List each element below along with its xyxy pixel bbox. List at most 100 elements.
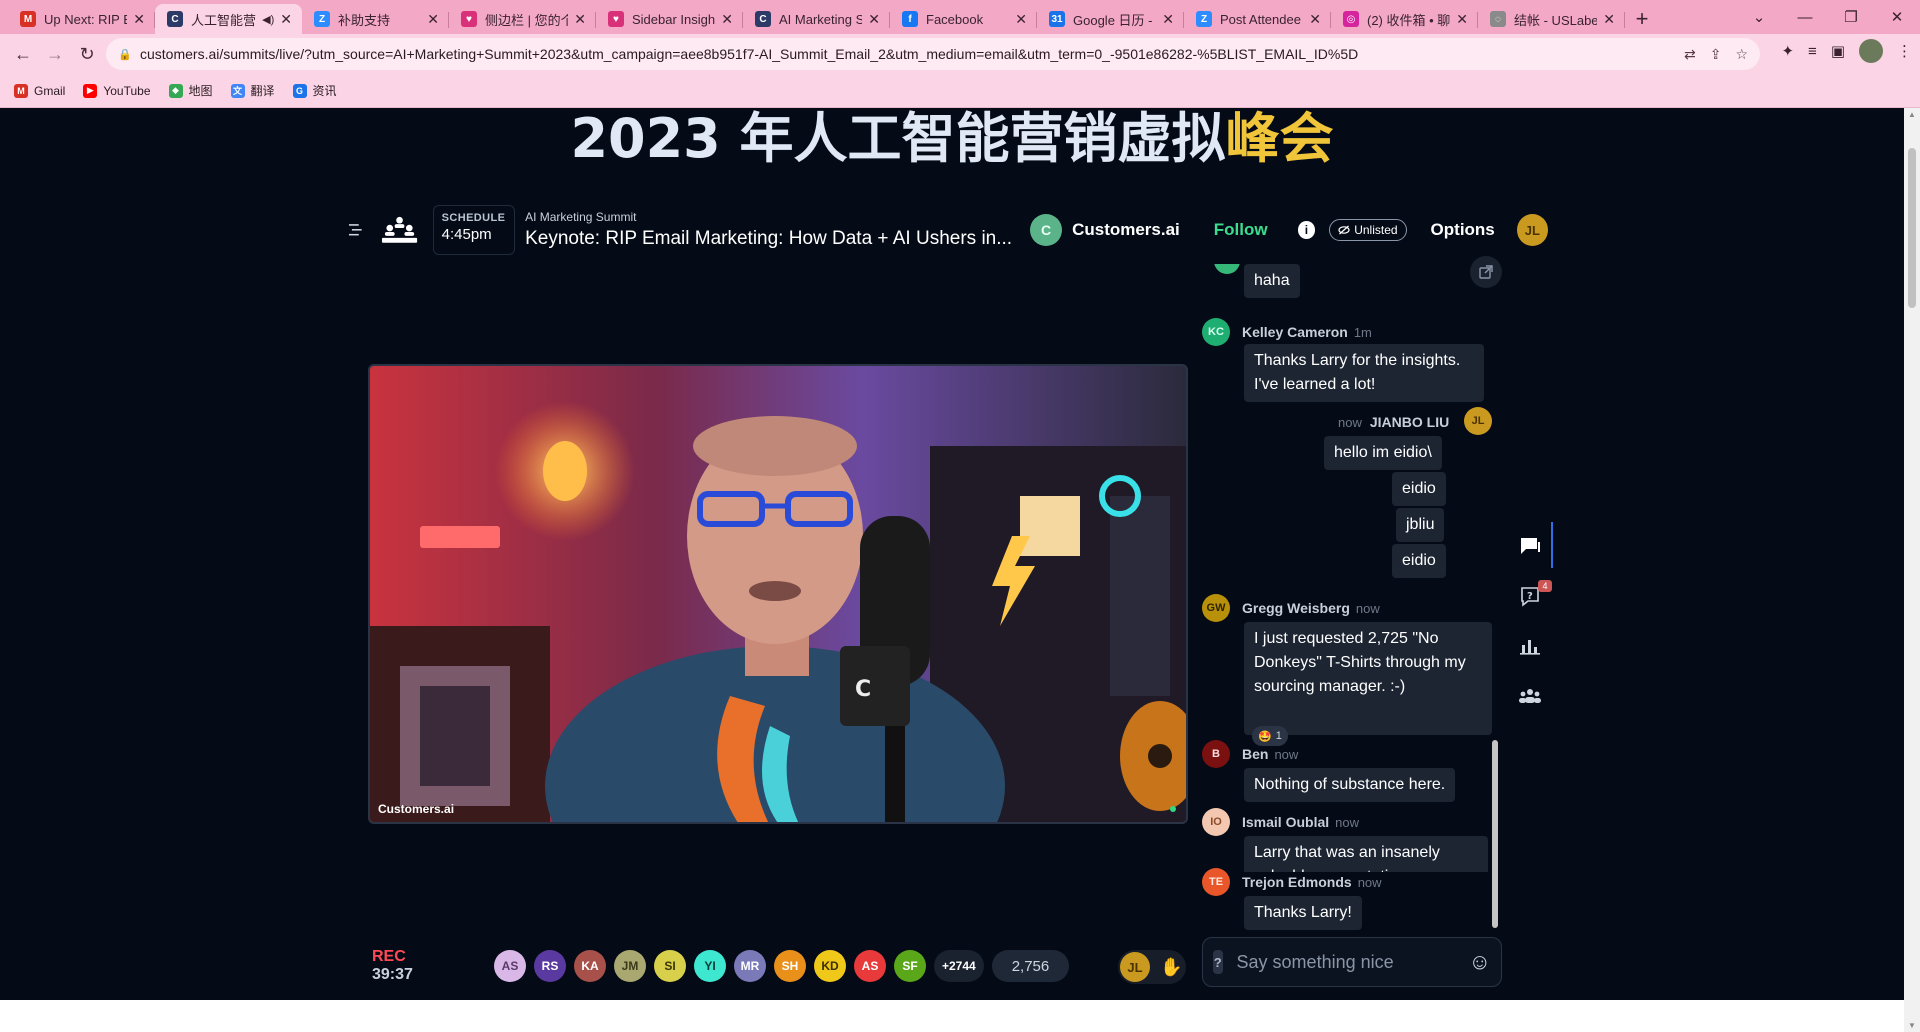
reload-icon[interactable]: ↻ — [72, 39, 102, 69]
profile-avatar[interactable] — [1859, 39, 1883, 63]
tab-label: Up Next: RIP E — [44, 11, 128, 27]
scroll-up-icon[interactable]: ▲ — [1904, 110, 1920, 119]
tab-label: Google 日历 - — [1073, 12, 1153, 28]
tab-close-icon[interactable]: ✕ — [1309, 11, 1321, 28]
page-scrollbar[interactable]: ▲ ▼ — [1904, 108, 1920, 1032]
chat-avatar[interactable]: TE — [1202, 868, 1230, 896]
attendee-avatar[interactable]: SF — [894, 950, 926, 982]
reaction-pill[interactable]: 🤩 1 — [1252, 726, 1288, 746]
attendee-avatar[interactable]: KD — [814, 950, 846, 982]
menu-icon[interactable] — [348, 221, 366, 239]
restore-icon[interactable]: ❐ — [1828, 8, 1874, 26]
info-icon[interactable]: i — [1297, 221, 1316, 239]
page-scroll-thumb[interactable] — [1908, 148, 1916, 308]
chat-avatar[interactable]: IO — [1202, 808, 1230, 836]
raise-hand-control[interactable]: JL ✋ — [1118, 950, 1186, 984]
tab-close-icon[interactable]: ✕ — [574, 11, 586, 28]
attendee-avatar[interactable]: RS — [534, 950, 566, 982]
chat-author: Gregg Weisberg now — [1242, 600, 1380, 616]
browser-tab[interactable]: M Up Next: RIP E ✕ — [8, 4, 155, 34]
scroll-down-icon[interactable]: ▼ — [1904, 1021, 1920, 1030]
schedule-chip[interactable]: SCHEDULE 4:45pm — [432, 205, 516, 255]
minimize-icon[interactable]: — — [1782, 9, 1828, 26]
chat-avatar[interactable]: JL — [1464, 407, 1492, 435]
new-tab-button[interactable]: + — [1625, 4, 1659, 34]
browser-tab[interactable]: C AI Marketing S ✕ — [743, 4, 890, 34]
bookmark-item[interactable]: ▶ YouTube — [83, 83, 151, 98]
gmail-icon: M — [20, 11, 36, 27]
active-tab-indicator — [1551, 522, 1553, 568]
browser-tab[interactable]: Z 补助支持 ✕ — [302, 4, 449, 34]
customers-ai-icon: C — [755, 11, 771, 27]
chat-avatar[interactable]: KC — [1202, 318, 1230, 346]
bookmark-item[interactable]: G 资讯 — [292, 82, 337, 99]
external-link-icon — [1479, 265, 1493, 279]
media-icon[interactable]: ≡ — [1808, 43, 1817, 60]
audience-icon[interactable] — [380, 216, 419, 244]
host[interactable]: C Customers.ai — [1030, 214, 1180, 246]
back-icon[interactable]: ← — [8, 39, 38, 69]
forward-icon[interactable]: → — [40, 39, 70, 69]
tab-close-icon[interactable]: ✕ — [280, 11, 292, 28]
menu-kebab-icon[interactable]: ⋮ — [1897, 42, 1912, 60]
options-button[interactable]: Options — [1431, 220, 1495, 240]
browser-tab[interactable]: ♥ 侧边栏 | 您的个 ✕ — [449, 4, 596, 34]
bar-chart-icon — [1520, 640, 1540, 655]
close-window-icon[interactable]: ✕ — [1874, 8, 1920, 26]
browser-tab[interactable]: C 人工智能营 ◀) ✕ — [155, 4, 302, 34]
attendee-avatar[interactable]: AS — [854, 950, 886, 982]
attendee-avatar[interactable]: MR — [734, 950, 766, 982]
follow-button[interactable]: Follow — [1214, 220, 1268, 240]
tab-close-icon[interactable]: ✕ — [1162, 11, 1174, 28]
browser-tab[interactable]: 31 Google 日历 - ✕ — [1037, 4, 1184, 34]
browser-tab[interactable]: Z Post Attendee ✕ — [1184, 4, 1331, 34]
ask-question-icon[interactable]: ? — [1213, 950, 1223, 974]
bookmark-item[interactable]: M Gmail — [14, 83, 65, 98]
emoji-icon[interactable]: ☺ — [1469, 949, 1491, 975]
attendee-avatar[interactable]: SH — [774, 950, 806, 982]
tab-close-icon[interactable]: ✕ — [1603, 11, 1615, 28]
chat-feed[interactable]: haha KC Kelley Cameron 1m Thanks Larry fo… — [1198, 264, 1498, 872]
attendee-avatar[interactable]: KA — [574, 950, 606, 982]
attendee-avatar[interactable]: YI — [694, 950, 726, 982]
user-avatar[interactable]: JL — [1516, 214, 1549, 246]
bookmark-item[interactable]: 文翻译 — [230, 82, 275, 99]
attendee-avatar[interactable]: SI — [654, 950, 686, 982]
tab-close-icon[interactable]: ✕ — [1015, 11, 1027, 28]
video-player[interactable]: C Customers.ai — [368, 364, 1188, 824]
tab-close-icon[interactable]: ✕ — [868, 11, 880, 28]
chat-tab[interactable] — [1510, 526, 1550, 566]
url-field[interactable]: 🔒 customers.ai/summits/live/?utm_source=… — [106, 38, 1760, 70]
people-tab[interactable] — [1510, 676, 1550, 716]
attendee-avatar[interactable]: JM — [614, 950, 646, 982]
session-info: AI Marketing Summit Keynote: RIP Email M… — [525, 210, 1012, 250]
bookmark-star-icon[interactable]: ☆ — [1735, 46, 1748, 63]
session-header: SCHEDULE 4:45pm AI Marketing Summit Keyn… — [348, 196, 1549, 264]
chat-scrollbar[interactable] — [1492, 740, 1498, 928]
share-icon[interactable]: ⇪ — [1710, 46, 1722, 63]
attendee-avatar[interactable]: AS — [494, 950, 526, 982]
chat-author: Kelley Cameron 1m — [1242, 324, 1372, 340]
chat-avatar[interactable]: GW — [1202, 594, 1230, 622]
sidepanel-icon[interactable]: ▣ — [1831, 42, 1845, 60]
tab-close-icon[interactable]: ✕ — [427, 11, 439, 28]
chat-author-name: Kelley Cameron — [1242, 324, 1348, 340]
translate-page-icon[interactable]: ⇄ — [1684, 46, 1696, 63]
chat-avatar[interactable]: B — [1202, 740, 1230, 768]
browser-tab[interactable]: ◌ 结帐 - USLabel ✕ — [1478, 4, 1625, 34]
mute-tab-icon[interactable]: ◀) — [262, 13, 274, 26]
tab-close-icon[interactable]: ✕ — [1456, 11, 1468, 28]
browser-tab[interactable]: ♥ Sidebar Insigh ✕ — [596, 4, 743, 34]
chat-input[interactable] — [1236, 951, 1469, 973]
bookmark-item[interactable]: ◆ 地图 — [168, 82, 213, 99]
tab-search-icon[interactable]: ⌄ — [1736, 8, 1782, 26]
attendee-count[interactable]: 2,756 — [991, 950, 1070, 982]
tab-close-icon[interactable]: ✕ — [721, 11, 733, 28]
browser-tab[interactable]: f Facebook ✕ — [890, 4, 1037, 34]
browser-tab[interactable]: ◎ (2) 收件箱 • 聊 ✕ — [1331, 4, 1478, 34]
polls-tab[interactable] — [1510, 626, 1550, 666]
tab-close-icon[interactable]: ✕ — [133, 11, 145, 28]
attendees-more[interactable]: +2744 — [934, 950, 984, 982]
extensions-icon[interactable]: ✦ — [1781, 42, 1794, 60]
popout-chat-button[interactable] — [1470, 256, 1502, 288]
